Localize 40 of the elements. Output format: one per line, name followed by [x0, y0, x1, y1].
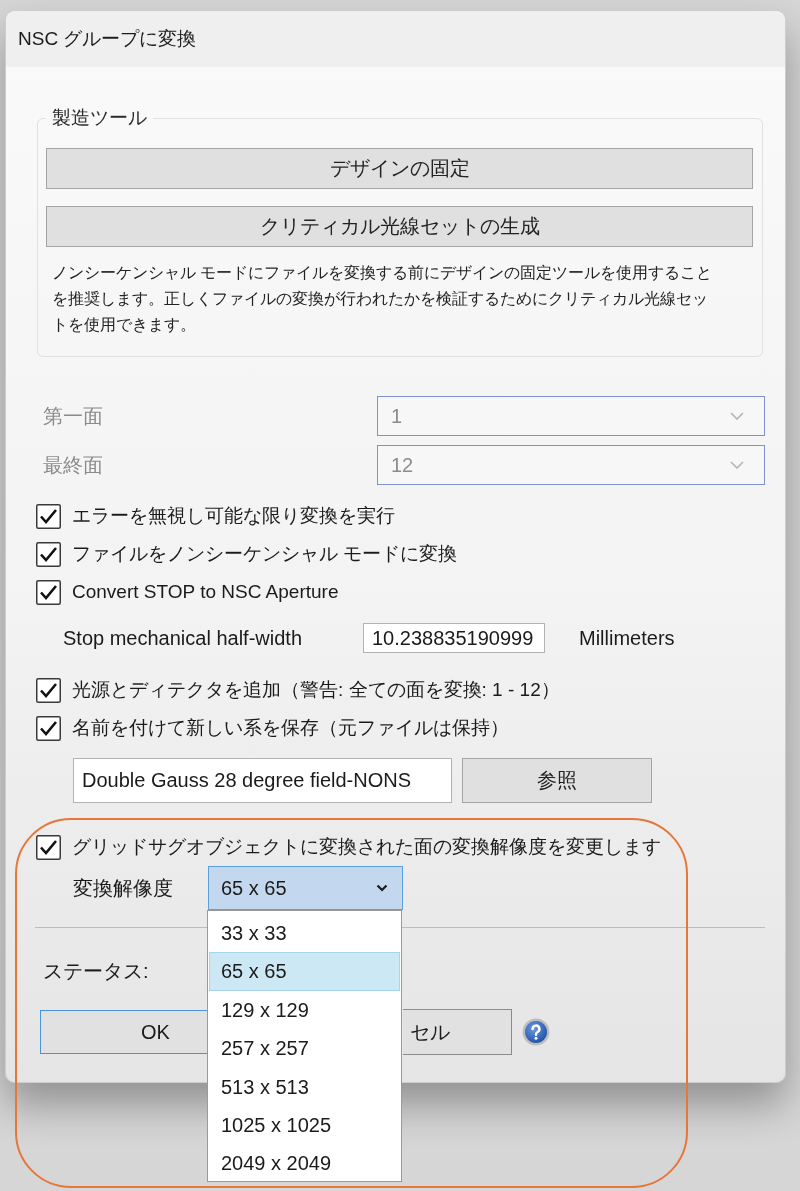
checkbox-label: ファイルをノンシーケンシャル モードに変換	[72, 542, 458, 566]
chevron-down-icon	[730, 412, 744, 420]
dropdown-option[interactable]: 2049 x 2049	[209, 1144, 400, 1183]
window-title: NSC グループに変換	[18, 27, 197, 51]
checkbox[interactable]	[36, 541, 61, 567]
unit-label: Millimeters	[579, 626, 675, 650]
checkbox-label: Convert STOP to NSC Aperture	[72, 581, 339, 603]
checkbox[interactable]	[36, 834, 61, 860]
checkbox-label: グリッドサグオブジェクトに変換された面の変換解像度を変更します	[72, 835, 661, 859]
number-input[interactable]: 10.238835190999	[363, 623, 545, 653]
dropdown-option[interactable]: 129 x 129	[209, 990, 400, 1030]
checkbox-label: 名前を付けて新しい系を保存（元ファイルは保持）	[72, 716, 509, 740]
checkbox[interactable]	[36, 503, 61, 529]
checkbox-label: エラーを無視し可能な限り変換を実行	[72, 504, 395, 528]
dropdown-field[interactable]: 65 x 65	[208, 866, 403, 910]
field-label: Stop mechanical half-width	[63, 626, 303, 650]
cancel-button[interactable]: セル	[403, 1009, 512, 1055]
field-label: 変換解像度	[73, 875, 174, 901]
browse-button[interactable]: 参照	[462, 758, 652, 803]
checkbox-label: 光源とディテクタを追加（警告: 全ての面を変換: 1 - 12）	[72, 678, 560, 702]
dropdown-option[interactable]: 1025 x 1025	[209, 1105, 400, 1145]
field-label: 第一面	[42, 403, 104, 429]
dropdown-option[interactable]: 33 x 33	[209, 914, 400, 953]
ok-button[interactable]: OK	[40, 1010, 207, 1054]
checkbox[interactable]	[36, 677, 61, 703]
description-text: ノンシーケンシャル モードにファイルを変換する前にデザインの固定ツールを使用することを推奨します。正しくファイルの変換が行われたかを検証するためにクリティカル光線セットを使用できます。	[52, 263, 714, 335]
chevron-down-icon	[376, 884, 388, 892]
group-title: 製造ツール	[51, 106, 148, 130]
help-icon[interactable]	[522, 1018, 550, 1046]
dropdown-option[interactable]: 513 x 513	[209, 1067, 400, 1106]
checkbox[interactable]	[36, 579, 61, 605]
dropdown-option[interactable]: 65 x 65	[209, 952, 400, 991]
chevron-down-icon	[730, 461, 744, 469]
checkbox[interactable]	[36, 715, 61, 741]
field-label: 最終面	[42, 452, 104, 478]
file-name-input[interactable]: Double Gauss 28 degree field-NONS	[73, 758, 452, 803]
tool-button[interactable]: デザインの固定	[46, 148, 753, 189]
dropdown-option[interactable]: 257 x 257	[209, 1029, 400, 1068]
tool-button[interactable]: クリティカル光線セットの生成	[46, 206, 753, 247]
status-label: ステータス:	[43, 958, 149, 984]
